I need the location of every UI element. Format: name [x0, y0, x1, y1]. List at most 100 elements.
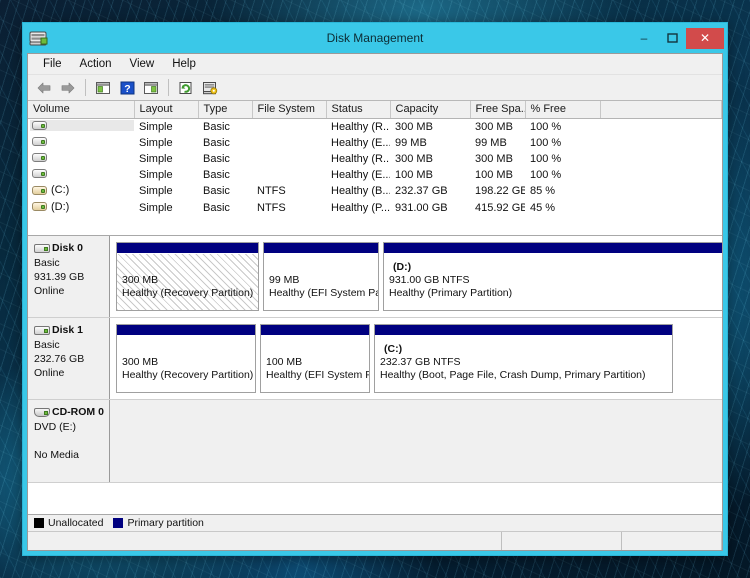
toolbar-separator-1 — [85, 79, 86, 96]
disk-row: Disk 0 Basic 931.39 GB Online 300 MB Healthy… — [28, 236, 722, 318]
cell-layout: Simple — [139, 121, 173, 133]
column-type[interactable]: Type — [198, 101, 253, 119]
partition-status: Healthy (Recovery Partition) — [122, 369, 254, 381]
cell-free-space: 300 MB — [475, 153, 513, 165]
cell-volume — [28, 135, 134, 151]
menu-file[interactable]: File — [34, 56, 71, 72]
volume-list-header-row: Volume Layout Type File System Status Ca… — [28, 101, 722, 119]
rescan-disks-icon[interactable] — [199, 77, 221, 99]
table-row[interactable]: (D:) Simple Basic NTFS Healthy (P... 931.00 G… — [28, 200, 722, 217]
disk-info-panel[interactable]: Disk 1 Basic 232.76 GB Online — [28, 318, 110, 399]
partition-strip: 300 MB Healthy (Recovery Partition) 100 M… — [110, 318, 722, 399]
disk-name: Disk 0 — [52, 242, 83, 254]
partition-block[interactable]: (D:) 931.00 GB NTFS Healthy (Primary Parti… — [383, 242, 722, 311]
cdrom-type: DVD (E:) — [34, 421, 76, 433]
cell-status: Healthy (E... — [331, 169, 390, 181]
volume-label: (D:) — [51, 200, 70, 213]
partition-size: 99 MB — [269, 274, 300, 286]
back-arrow-icon[interactable] — [33, 77, 55, 99]
disk-title: Disk 0 — [34, 241, 105, 255]
column-file-system[interactable]: File System — [252, 101, 327, 119]
disk-state: Online — [34, 367, 65, 379]
cdrom-row: CD-ROM 0 DVD (E:) No Media — [28, 400, 722, 483]
table-row[interactable]: Simple Basic Healthy (E... 99 MB 99 MB 100 % — [28, 135, 722, 151]
partition-drive-letter — [122, 343, 251, 356]
volume-list-pane[interactable]: Volume Layout Type File System Status Ca… — [28, 101, 722, 236]
disk-management-icon — [29, 29, 49, 47]
menu-view[interactable]: View — [121, 56, 164, 72]
table-row[interactable]: Simple Basic Healthy (R... 300 MB 300 MB 100 … — [28, 151, 722, 167]
column-status[interactable]: Status — [326, 101, 391, 119]
partition-block[interactable]: 300 MB Healthy (Recovery Partition) — [116, 324, 256, 393]
cdrom-info-panel[interactable]: CD-ROM 0 DVD (E:) No Media — [28, 400, 110, 482]
cell-volume — [28, 167, 134, 183]
legend-unallocated: Unallocated — [34, 517, 103, 529]
cdrom-title: CD-ROM 0 — [34, 405, 105, 419]
partition-strip: 300 MB Healthy (Recovery Partition) 99 MB… — [110, 236, 722, 317]
cell-type: Basic — [203, 169, 230, 181]
cell-capacity: 931.00 GB — [395, 201, 448, 214]
maximize-button[interactable] — [658, 28, 686, 48]
refresh-icon[interactable] — [175, 77, 197, 99]
forward-arrow-icon[interactable] — [57, 77, 79, 99]
table-row[interactable]: (C:) Simple Basic NTFS Healthy (B... 232.37 G… — [28, 183, 722, 200]
column-volume[interactable]: Volume — [28, 101, 135, 119]
partition-drive-letter — [269, 261, 374, 274]
show-action-pane-icon[interactable] — [140, 77, 162, 99]
column-percent-free[interactable]: % Free — [525, 101, 601, 119]
table-row[interactable]: Simple Basic Healthy (R... 300 MB 300 MB 100 … — [28, 119, 722, 136]
legend-primary-partition-label: Primary partition — [127, 517, 204, 529]
partition-details: 100 MB Healthy (EFI System Pa — [261, 336, 369, 392]
partition-block[interactable]: (C:) 232.37 GB NTFS Healthy (Boot, Page Fi… — [374, 324, 673, 393]
cell-filler — [600, 119, 722, 136]
partition-block[interactable]: 100 MB Healthy (EFI System Pa — [260, 324, 370, 393]
cell-file-system — [252, 135, 326, 151]
close-button[interactable]: ✕ — [686, 27, 724, 49]
cell-layout: Simple — [139, 137, 173, 149]
cell-filler — [600, 167, 722, 183]
column-filler[interactable] — [600, 101, 722, 119]
cell-file-system — [252, 119, 326, 136]
cdrom-empty-area[interactable] — [110, 400, 722, 482]
help-icon[interactable]: ? — [116, 77, 138, 99]
partition-status: Healthy (EFI System Par — [269, 287, 378, 299]
partition-block[interactable]: 99 MB Healthy (EFI System Par — [263, 242, 379, 311]
minimize-button[interactable]: – — [630, 28, 658, 48]
status-bar — [28, 531, 722, 550]
disk-size: 931.39 GB — [34, 271, 85, 283]
column-capacity[interactable]: Capacity — [390, 101, 471, 119]
cell-capacity: 300 MB — [395, 121, 433, 133]
partition-size: 931.00 GB NTFS — [389, 274, 470, 286]
menu-bar: File Action View Help — [28, 54, 722, 75]
partition-block[interactable]: 300 MB Healthy (Recovery Partition) — [116, 242, 259, 311]
cell-filler — [600, 183, 722, 200]
cell-volume: (D:) — [28, 200, 134, 217]
volume-drive-icon — [32, 168, 47, 179]
partition-color-bar — [117, 325, 255, 336]
legend-primary-partition: Primary partition — [113, 517, 204, 529]
window-controls: – ✕ — [630, 27, 727, 49]
partition-color-bar — [384, 243, 722, 254]
partition-size: 232.37 GB NTFS — [380, 356, 461, 368]
column-free-space[interactable]: Free Spa... — [470, 101, 526, 119]
partition-size: 100 MB — [266, 356, 303, 368]
client-area: File Action View Help ? Volume Layout Ty… — [27, 53, 723, 551]
partition-status: Healthy (Recovery Partition) — [122, 287, 254, 299]
cell-free-space: 300 MB — [475, 121, 513, 133]
volume-drive-icon — [32, 185, 47, 196]
show-console-tree-icon[interactable] — [92, 77, 114, 99]
column-layout[interactable]: Layout — [134, 101, 199, 119]
menu-action[interactable]: Action — [71, 56, 121, 72]
legend-primary-partition-swatch — [113, 518, 124, 528]
cell-type: Basic — [203, 121, 230, 133]
cell-file-system: NTFS — [257, 201, 286, 214]
graphical-disk-pane[interactable]: Disk 0 Basic 931.39 GB Online 300 MB Healthy… — [28, 236, 722, 514]
disk-info-panel[interactable]: Disk 0 Basic 931.39 GB Online — [28, 236, 110, 317]
partition-size: 300 MB — [122, 274, 159, 286]
cell-status: Healthy (R... — [331, 153, 390, 165]
volume-label: (C:) — [51, 184, 70, 196]
menu-help[interactable]: Help — [163, 56, 205, 72]
table-row[interactable]: Simple Basic Healthy (E... 100 MB 100 MB 100 … — [28, 167, 722, 183]
title-bar[interactable]: Disk Management – ✕ — [23, 23, 727, 53]
cell-percent-free: 100 % — [530, 153, 562, 165]
